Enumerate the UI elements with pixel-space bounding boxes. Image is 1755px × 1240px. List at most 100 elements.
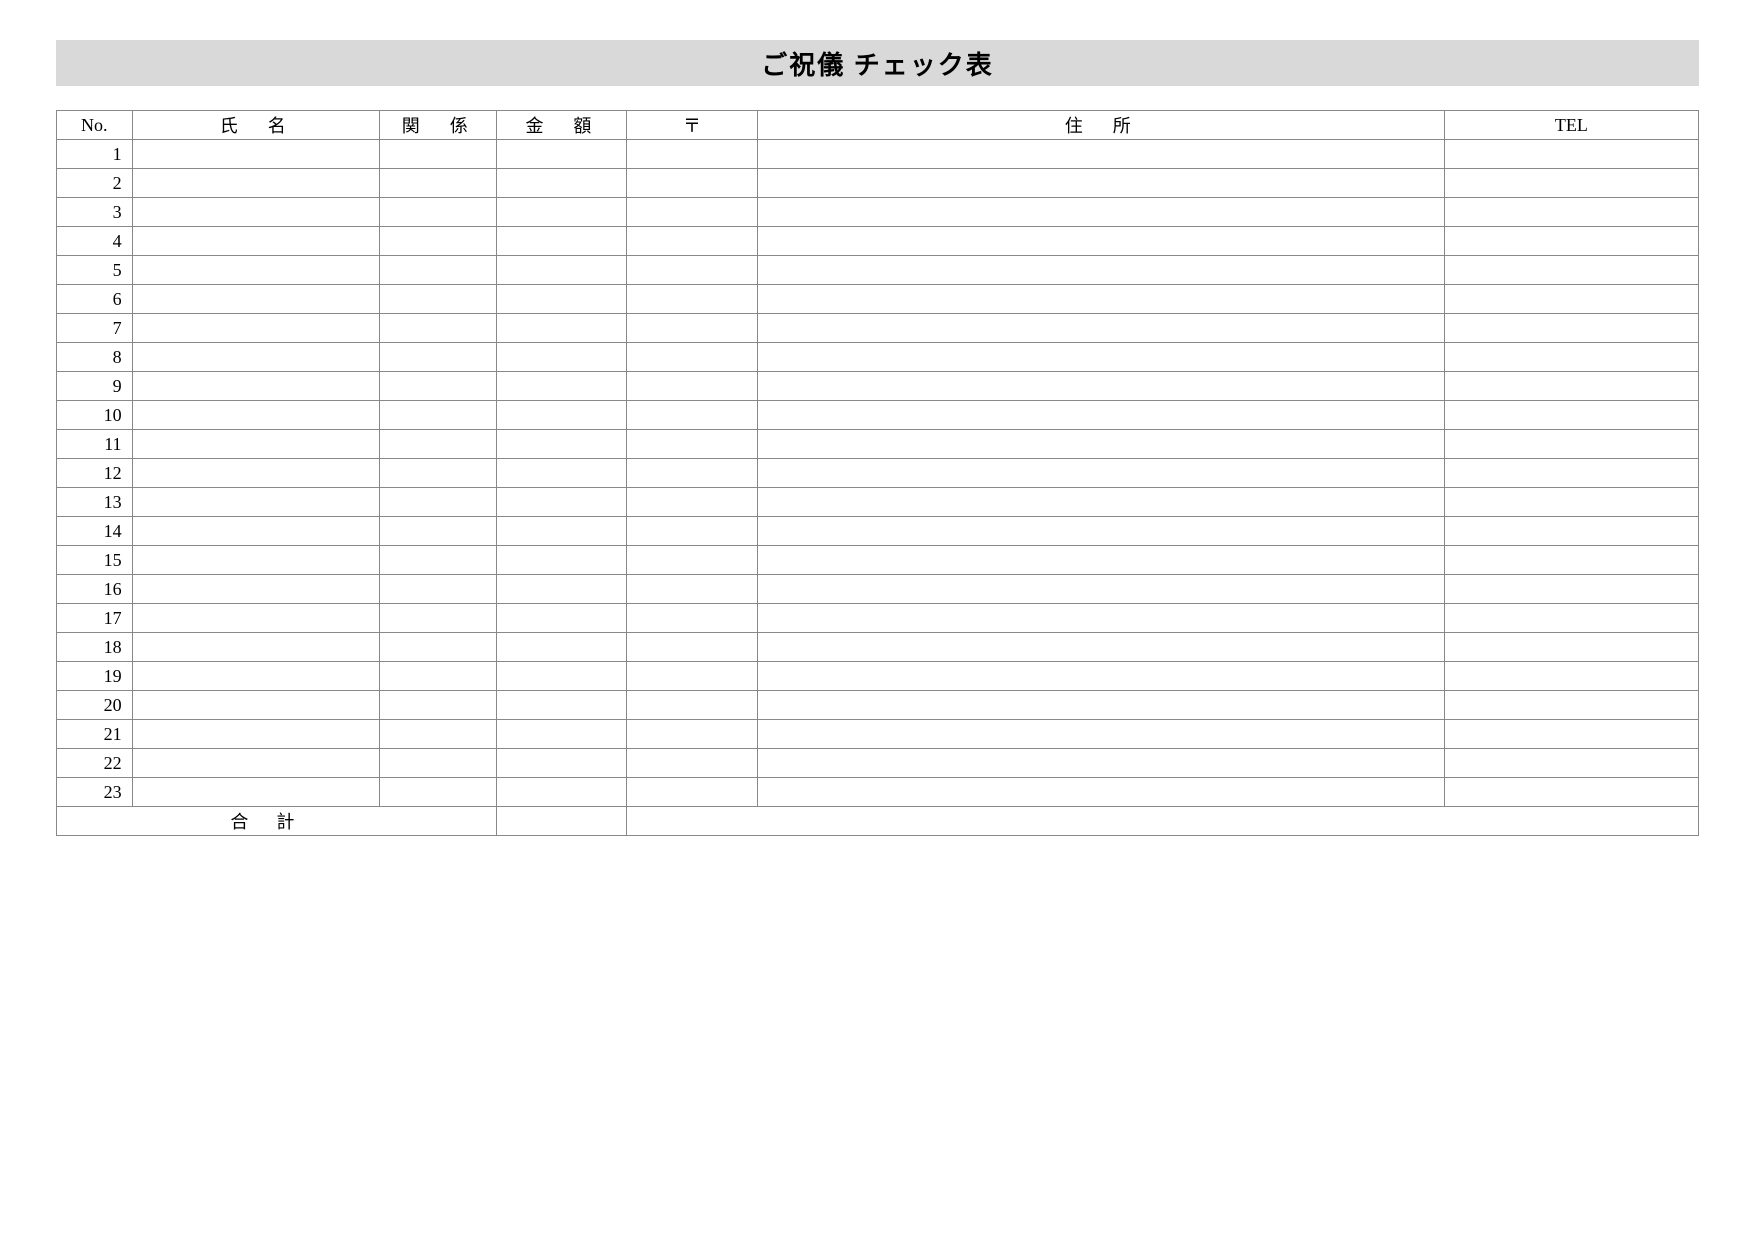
cell-relation xyxy=(379,140,496,169)
table-row: 10 xyxy=(57,401,1699,430)
total-row: 合計 xyxy=(57,807,1699,836)
total-label: 合計 xyxy=(57,807,497,836)
cell-tel xyxy=(1444,314,1698,343)
table-row: 4 xyxy=(57,227,1699,256)
cell-address xyxy=(757,546,1444,575)
cell-postal xyxy=(627,285,758,314)
cell-name xyxy=(132,285,379,314)
cell-tel xyxy=(1444,140,1698,169)
row-number: 8 xyxy=(57,343,133,372)
cell-name xyxy=(132,430,379,459)
cell-amount xyxy=(496,285,627,314)
col-header-postal: 〒 xyxy=(627,111,758,140)
cell-relation xyxy=(379,169,496,198)
cell-name xyxy=(132,459,379,488)
cell-address xyxy=(757,604,1444,633)
cell-name xyxy=(132,546,379,575)
cell-tel xyxy=(1444,285,1698,314)
cell-postal xyxy=(627,749,758,778)
row-number: 2 xyxy=(57,169,133,198)
cell-relation xyxy=(379,343,496,372)
cell-tel xyxy=(1444,198,1698,227)
row-number: 22 xyxy=(57,749,133,778)
cell-relation xyxy=(379,633,496,662)
cell-name xyxy=(132,256,379,285)
cell-address xyxy=(757,285,1444,314)
gift-check-table: No. 氏 名 関 係 金 額 〒 住 所 TEL 12345678910111… xyxy=(56,110,1699,836)
cell-tel xyxy=(1444,459,1698,488)
cell-relation xyxy=(379,430,496,459)
cell-postal xyxy=(627,575,758,604)
col-header-address: 住 所 xyxy=(757,111,1444,140)
row-number: 19 xyxy=(57,662,133,691)
cell-amount xyxy=(496,401,627,430)
table-row: 21 xyxy=(57,720,1699,749)
cell-name xyxy=(132,140,379,169)
cell-tel xyxy=(1444,169,1698,198)
cell-name xyxy=(132,198,379,227)
cell-relation xyxy=(379,604,496,633)
cell-name xyxy=(132,314,379,343)
table-row: 22 xyxy=(57,749,1699,778)
cell-address xyxy=(757,459,1444,488)
cell-name xyxy=(132,662,379,691)
row-number: 5 xyxy=(57,256,133,285)
table-row: 13 xyxy=(57,488,1699,517)
col-header-relation: 関 係 xyxy=(379,111,496,140)
table-row: 3 xyxy=(57,198,1699,227)
table-row: 2 xyxy=(57,169,1699,198)
cell-postal xyxy=(627,256,758,285)
cell-tel xyxy=(1444,778,1698,807)
col-header-no: No. xyxy=(57,111,133,140)
cell-postal xyxy=(627,488,758,517)
row-number: 16 xyxy=(57,575,133,604)
cell-address xyxy=(757,575,1444,604)
cell-amount xyxy=(496,749,627,778)
cell-amount xyxy=(496,633,627,662)
cell-name xyxy=(132,343,379,372)
cell-amount xyxy=(496,372,627,401)
cell-postal xyxy=(627,662,758,691)
cell-relation xyxy=(379,720,496,749)
table-row: 12 xyxy=(57,459,1699,488)
table-row: 14 xyxy=(57,517,1699,546)
row-number: 11 xyxy=(57,430,133,459)
cell-relation xyxy=(379,691,496,720)
cell-relation xyxy=(379,517,496,546)
cell-tel xyxy=(1444,575,1698,604)
document-page: ご祝儀 チェック表 No. 氏 名 関 係 金 額 〒 住 所 xyxy=(0,0,1755,1240)
cell-address xyxy=(757,430,1444,459)
table-row: 19 xyxy=(57,662,1699,691)
row-number: 6 xyxy=(57,285,133,314)
cell-postal xyxy=(627,401,758,430)
cell-amount xyxy=(496,343,627,372)
cell-name xyxy=(132,691,379,720)
cell-address xyxy=(757,227,1444,256)
cell-amount xyxy=(496,227,627,256)
cell-amount xyxy=(496,517,627,546)
cell-tel xyxy=(1444,517,1698,546)
cell-tel xyxy=(1444,720,1698,749)
table-row: 9 xyxy=(57,372,1699,401)
table-row: 5 xyxy=(57,256,1699,285)
title-bar: ご祝儀 チェック表 xyxy=(56,40,1699,86)
cell-address xyxy=(757,198,1444,227)
cell-relation xyxy=(379,778,496,807)
row-number: 1 xyxy=(57,140,133,169)
cell-name xyxy=(132,778,379,807)
table-header-row: No. 氏 名 関 係 金 額 〒 住 所 TEL xyxy=(57,111,1699,140)
cell-name xyxy=(132,749,379,778)
table-row: 11 xyxy=(57,430,1699,459)
cell-address xyxy=(757,749,1444,778)
table-row: 1 xyxy=(57,140,1699,169)
cell-amount xyxy=(496,256,627,285)
cell-postal xyxy=(627,778,758,807)
cell-tel xyxy=(1444,488,1698,517)
cell-tel xyxy=(1444,430,1698,459)
table-row: 18 xyxy=(57,633,1699,662)
cell-amount xyxy=(496,575,627,604)
cell-amount xyxy=(496,546,627,575)
cell-postal xyxy=(627,459,758,488)
cell-name xyxy=(132,372,379,401)
row-number: 18 xyxy=(57,633,133,662)
